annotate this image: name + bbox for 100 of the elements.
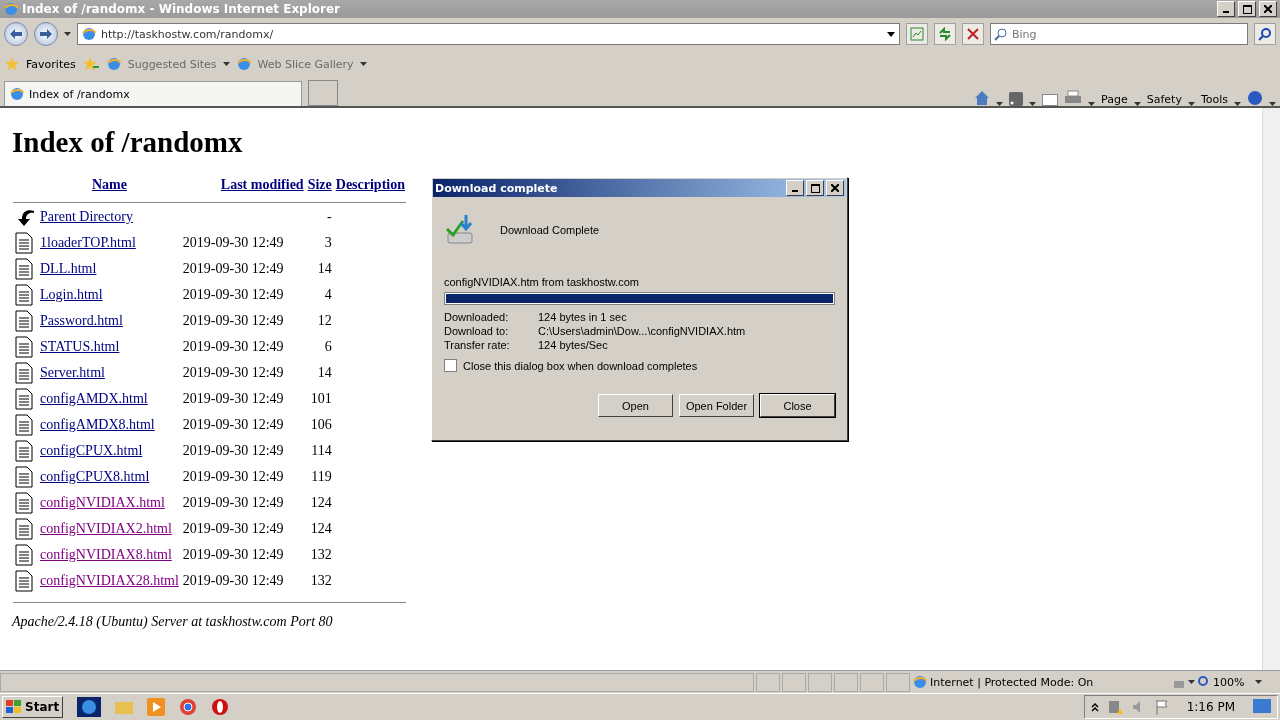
document-icon <box>14 362 34 384</box>
home-icon[interactable] <box>974 90 991 106</box>
file-size: 14 <box>317 261 332 276</box>
favorites-link[interactable]: Suggested Sites <box>127 57 217 71</box>
globe-e-icon <box>3 1 19 17</box>
column-link[interactable]: Size <box>307 177 332 192</box>
column-link[interactable]: Name <box>91 177 127 192</box>
column-link[interactable]: Description <box>335 177 405 192</box>
zoom-level[interactable]: 100% <box>1213 675 1253 689</box>
modified-date: 2019-09-30 12:49 <box>182 287 284 302</box>
favorites-button[interactable]: Favorites <box>26 57 76 71</box>
status-pane <box>860 672 884 692</box>
back-button[interactable] <box>4 22 28 46</box>
detail-label: Download to: <box>444 325 510 337</box>
close-button[interactable] <box>1259 1 1277 17</box>
checkbox[interactable] <box>444 359 457 372</box>
file-size: 12 <box>317 313 332 328</box>
dialog-button[interactable]: Open Folder <box>679 394 754 417</box>
windows-logo-icon <box>6 700 22 714</box>
browser-tab[interactable]: Index of /randomx <box>4 81 302 106</box>
file-link[interactable]: configNVIDIAX8.html <box>40 547 172 562</box>
dropdown-icon[interactable] <box>886 29 896 39</box>
checkbox-label[interactable]: Close this dialog box when download completes <box>463 359 698 372</box>
file-link[interactable]: Parent Directory <box>40 209 133 224</box>
file-link[interactable]: 1loaderTOP.html <box>40 235 136 250</box>
browser-taskbar-icon[interactable] <box>77 697 102 717</box>
chevron-up-icon[interactable] <box>1090 702 1099 712</box>
new-tab-button[interactable] <box>308 80 338 106</box>
file-size: 124 <box>310 521 332 536</box>
scrollbar[interactable] <box>1262 108 1280 670</box>
modified-date: 2019-09-30 12:49 <box>182 495 284 510</box>
caret-icon <box>1188 680 1195 684</box>
caret-icon <box>222 62 230 66</box>
media-player-icon[interactable] <box>147 698 166 716</box>
minimize-button[interactable] <box>1217 1 1235 17</box>
add-favorite-icon[interactable] <box>81 56 100 72</box>
dialog-button[interactable]: Open <box>598 394 673 417</box>
compatibility-button[interactable] <box>906 23 928 45</box>
caret-icon <box>64 32 71 36</box>
menu-button[interactable]: Safety <box>1146 93 1182 106</box>
file-size: 101 <box>310 391 332 406</box>
right-arrow-icon <box>40 29 52 39</box>
search-button[interactable] <box>1254 23 1276 45</box>
file-link[interactable]: DLL.html <box>40 261 97 276</box>
file-size: 106 <box>310 417 332 432</box>
column-link[interactable]: Last modified <box>220 177 304 192</box>
close-button[interactable] <box>826 180 844 196</box>
server-footer: Apache/2.4.18 (Ubuntu) Server at taskhostw.com Port 80 <box>12 614 333 630</box>
refresh-button[interactable] <box>934 23 956 45</box>
file-link[interactable]: configCPUX8.html <box>40 469 150 484</box>
restore-button[interactable] <box>1238 1 1256 17</box>
mail-icon[interactable] <box>1042 94 1059 106</box>
document-icon <box>14 570 34 592</box>
file-link[interactable]: configCPUX.html <box>40 443 143 458</box>
window-title: Index of /randomx - Windows Internet Explorer <box>22 2 342 16</box>
printer-icon[interactable] <box>1064 90 1083 106</box>
file-link[interactable]: configAMDX8.html <box>40 417 155 432</box>
left-arrow-icon <box>10 29 22 39</box>
file-link[interactable]: configNVIDIAX28.html <box>40 573 179 588</box>
stop-button[interactable] <box>962 23 984 45</box>
file-link[interactable]: configNVIDIAX2.html <box>40 521 172 536</box>
document-icon <box>14 492 34 514</box>
file-link[interactable]: STATUS.html <box>40 339 120 354</box>
detail-value: 124 bytes in 1 sec <box>538 311 628 323</box>
maximize-button[interactable] <box>806 180 824 196</box>
caret-icon <box>1255 680 1262 684</box>
clock[interactable]: 1:16 PM <box>1186 700 1235 714</box>
security-zone: Internet | Protected Mode: On <box>930 675 1095 689</box>
show-desktop-icon[interactable] <box>1253 699 1271 715</box>
minimize-button[interactable] <box>786 180 804 196</box>
search-field[interactable]: Bing <box>990 23 1248 45</box>
flag-icon[interactable] <box>1154 699 1169 715</box>
file-link[interactable]: Login.html <box>40 287 103 302</box>
file-link[interactable]: Server.html <box>40 365 105 380</box>
forward-button[interactable] <box>34 22 58 46</box>
file-link[interactable]: configAMDX.html <box>40 391 148 406</box>
modified-date: 2019-09-30 12:49 <box>182 443 284 458</box>
document-icon <box>14 310 34 332</box>
dialog-button[interactable]: Close <box>760 394 835 417</box>
start-button[interactable]: Start <box>2 696 64 718</box>
file-link[interactable]: configNVIDIAX.html <box>40 495 165 510</box>
zoom-icon <box>1197 675 1211 689</box>
menu-button[interactable]: Tools <box>1200 93 1228 106</box>
file-size: 119 <box>311 469 332 484</box>
address-field[interactable]: http://taskhostw.com/randomx/ <box>77 23 900 45</box>
modified-date: 2019-09-30 12:49 <box>182 235 284 250</box>
refresh-icon <box>938 27 952 41</box>
modified-date: 2019-09-30 12:49 <box>182 313 284 328</box>
download-source: configNVIDIAX.htm from taskhostw.com <box>444 276 640 288</box>
file-link[interactable]: Password.html <box>40 313 123 328</box>
detail-label: Transfer rate: <box>444 339 511 351</box>
favorites-link[interactable]: Web Slice Gallery <box>257 57 354 71</box>
menu-button[interactable]: Page <box>1101 93 1128 106</box>
search-icon <box>1258 27 1272 41</box>
network-warning-icon[interactable] <box>1106 699 1123 715</box>
document-icon <box>14 258 34 280</box>
maximize-icon <box>1242 4 1252 14</box>
opera-icon[interactable] <box>211 698 230 716</box>
help-icon[interactable] <box>1247 90 1263 106</box>
chrome-icon[interactable] <box>179 698 198 716</box>
